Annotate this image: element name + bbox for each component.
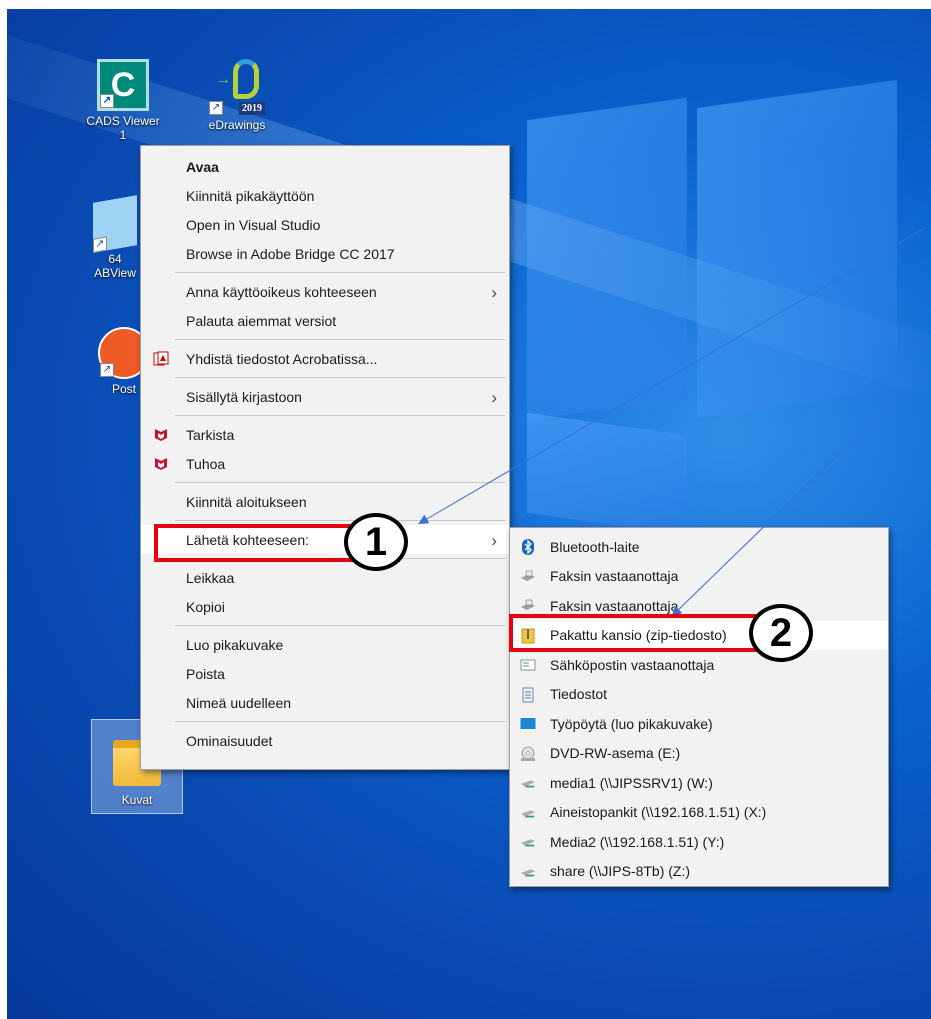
mcafee-icon [153,427,169,443]
shortcut-arrow-icon: ↗ [100,94,114,108]
network-drive-icon [520,834,536,850]
shortcut-arrow-icon: ↗ [100,363,114,377]
menu-separator [175,721,505,722]
send-to-mail[interactable]: Sähköpostin vastaanottaja [510,650,888,680]
menu-item-copy[interactable]: Kopioi [141,592,509,621]
menu-separator [175,482,505,483]
send-to-documents[interactable]: Tiedostot [510,680,888,710]
menu-item-pin-quick-access[interactable]: Kiinnitä pikakäyttöön [141,181,509,210]
dvd-icon [520,746,536,762]
mcafee-icon [153,456,169,472]
network-drive-icon [520,864,536,880]
desktop-icon-label-top: 64 [108,252,122,266]
document-icon [520,687,536,703]
send-to-submenu: Bluetooth-laite Faksin vastaanottaja Fak… [509,527,889,887]
bluetooth-icon [520,539,536,555]
menu-item-open-visual-studio[interactable]: Open in Visual Studio [141,210,509,239]
menu-separator [175,625,505,626]
menu-separator [175,415,505,416]
shortcut-arrow-icon: ↗ [93,236,107,253]
abviewer-icon: ↗ [93,195,137,253]
send-to-bluetooth[interactable]: Bluetooth-laite [510,532,888,562]
send-to-network-z[interactable]: share (\\JIPS-8Tb) (Z:) [510,857,888,887]
send-to-desktop[interactable]: Työpöytä (luo pikakuvake) [510,709,888,739]
acrobat-icon [153,351,169,367]
send-to-fax[interactable]: Faksin vastaanottaja [510,562,888,592]
menu-item-pin-to-start[interactable]: Kiinnitä aloitukseen [141,487,509,516]
network-drive-icon [520,805,536,821]
network-drive-icon [520,775,536,791]
menu-separator [175,339,505,340]
menu-separator [175,272,505,273]
desktop-icon-label: CADS Viewer [86,114,160,128]
menu-item-scan[interactable]: Tarkista [141,420,509,449]
menu-separator [175,520,505,521]
context-menu: Avaa Kiinnitä pikakäyttöön Open in Visua… [140,145,510,770]
send-to-dvd-drive[interactable]: DVD-RW-asema (E:) [510,739,888,769]
chevron-right-icon: › [491,388,497,407]
menu-item-give-access[interactable]: Anna käyttöoikeus kohteeseen › [141,277,509,306]
menu-item-include-in-library[interactable]: Sisällytä kirjastoon › [141,382,509,411]
chevron-right-icon: › [491,283,497,302]
desktop-icon-edrawings[interactable]: → 2019 ↗ eDrawings [197,59,277,132]
desktop-icon-label-line2: 1 [119,128,127,142]
edrawings-icon: → 2019 ↗ [209,59,265,115]
send-to-network-w[interactable]: media1 (\\JIPSSRV1) (W:) [510,768,888,798]
menu-item-open[interactable]: Avaa [141,152,509,181]
menu-item-delete[interactable]: Poista [141,659,509,688]
menu-item-browse-adobe-bridge[interactable]: Browse in Adobe Bridge CC 2017 [141,239,509,268]
mail-icon [520,657,536,673]
menu-separator [175,377,505,378]
step-badge-1: 1 [344,513,408,571]
desktop-icon-abviewer[interactable]: ↗ 64 ABView [85,195,145,280]
send-to-network-y[interactable]: Media2 (\\192.168.1.51) (Y:) [510,827,888,857]
chevron-right-icon: › [491,531,497,550]
menu-item-create-shortcut[interactable]: Luo pikakuvake [141,630,509,659]
send-to-network-x[interactable]: Aineistopankit (\\192.168.1.51) (X:) [510,798,888,828]
desktop-icon-label: Kuvat [121,793,153,807]
edrawings-year-badge: 2019 [239,102,265,115]
desktop-icon-label: ABView [94,266,136,280]
fax-icon [520,569,536,585]
desktop-icon [520,716,536,732]
wallpaper-window-pane [697,79,897,419]
menu-item-combine-acrobat[interactable]: Yhdistä tiedostot Acrobatissa... [141,344,509,373]
wallpaper-window-pane [527,97,687,421]
wallpaper-window-pane [527,412,687,536]
menu-item-rename[interactable]: Nimeä uudelleen [141,688,509,717]
fax-icon [520,598,536,614]
desktop-icon-label: Post [111,382,136,396]
menu-item-restore-versions[interactable]: Palauta aiemmat versiot [141,306,509,335]
desktop-icon-label: eDrawings [208,118,266,132]
highlight-zip-folder [509,614,771,652]
cads-viewer-icon: C ↗ [97,59,149,111]
shortcut-arrow-icon: ↗ [209,101,223,115]
menu-item-properties[interactable]: Ominaisuudet [141,726,509,755]
menu-item-cut[interactable]: Leikkaa [141,563,509,592]
menu-item-shred[interactable]: Tuhoa [141,449,509,478]
step-badge-2: 2 [749,604,813,662]
desktop-icon-cads-viewer[interactable]: C ↗ CADS Viewer 1 [83,59,163,142]
